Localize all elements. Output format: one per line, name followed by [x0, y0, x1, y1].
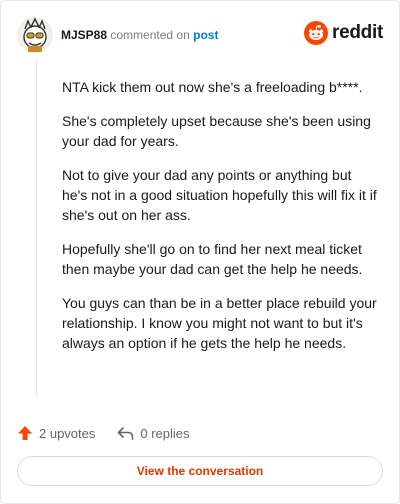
- commented-on-text: commented on: [110, 28, 190, 42]
- reddit-wordmark: reddit: [332, 22, 383, 43]
- thread-line: [36, 59, 37, 397]
- embedded-comment-card: MJSP88 commented on post reddit NTA kick…: [0, 0, 400, 504]
- reddit-snoo-icon: [304, 21, 329, 45]
- comment-paragraph: Hopefully she'll go on to find her next …: [62, 241, 363, 277]
- comment-meta: MJSP88 commented on post: [61, 28, 218, 42]
- comment-actions: 2 upvotes 0 replies: [17, 423, 190, 443]
- comment-body: NTA kick them out now she's a freeloadin…: [62, 77, 380, 367]
- username-link[interactable]: MJSP88: [61, 28, 107, 42]
- comment-paragraph: NTA kick them out now she's a freeloadin…: [62, 79, 363, 95]
- comment-header: MJSP88 commented on post reddit: [17, 15, 383, 55]
- reply-count: 0 replies: [140, 425, 190, 441]
- user-avatar[interactable]: [17, 17, 53, 53]
- comment-paragraph: Not to give your dad any points or anyth…: [62, 167, 377, 223]
- comment-paragraph: You guys can than be in a better place r…: [62, 295, 377, 351]
- view-conversation-button[interactable]: View the conversation: [17, 456, 383, 486]
- reply-button[interactable]: 0 replies: [117, 425, 190, 441]
- upvote-arrow-icon: [18, 426, 32, 440]
- reply-arrow-icon: [118, 427, 134, 440]
- post-link[interactable]: post: [193, 28, 218, 42]
- reddit-logo[interactable]: reddit: [304, 21, 383, 45]
- upvote-button[interactable]: 2 upvotes: [17, 425, 95, 441]
- avatar-image: [17, 17, 53, 53]
- upvote-count: 2 upvotes: [39, 425, 96, 441]
- comment-paragraph: She's completely upset because she's bee…: [62, 113, 371, 149]
